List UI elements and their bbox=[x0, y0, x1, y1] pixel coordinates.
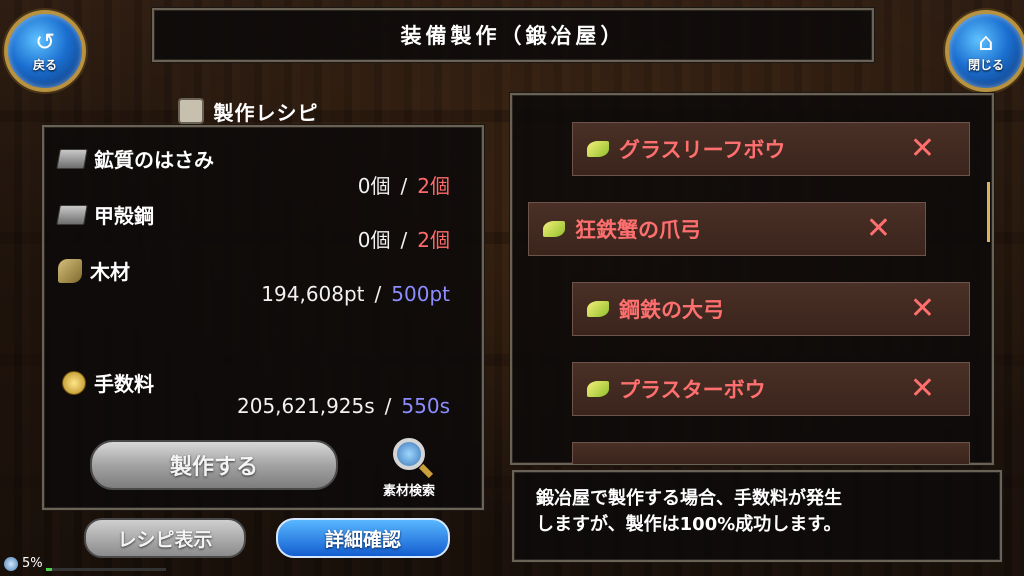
home-icon: ⌂ bbox=[978, 27, 994, 56]
message-line-1: 鍛冶屋で製作する場合、手数料が発生 bbox=[536, 488, 842, 509]
material-row-label: 鉱質のはさみ bbox=[56, 144, 214, 173]
status-percent: 5% bbox=[22, 556, 43, 571]
title-bar: 装備製作（鍛冶屋） bbox=[152, 8, 874, 62]
recipe-view-button[interactable]: レシピ表示 bbox=[84, 518, 246, 558]
anvil-icon bbox=[177, 98, 204, 124]
magnifier-icon bbox=[393, 438, 425, 470]
material-amount: 194,608pt / 500pt bbox=[200, 282, 450, 310]
amount-slash: / bbox=[384, 394, 392, 418]
material-row-label: 木材 bbox=[58, 256, 130, 285]
material-name: 鉱質のはさみ bbox=[94, 148, 214, 172]
status-progress-bar bbox=[46, 568, 166, 571]
recipe-header: 製作レシピ bbox=[148, 93, 348, 129]
material-search-label: 素材検索 bbox=[382, 484, 435, 499]
back-button-label: 戻る bbox=[32, 57, 57, 72]
leaf-icon bbox=[587, 381, 609, 397]
remove-icon[interactable]: ✕ bbox=[910, 134, 935, 164]
material-have: 0個 bbox=[357, 228, 391, 252]
amount-slash: / bbox=[400, 174, 408, 198]
message-panel: 鍛冶屋で製作する場合、手数料が発生 しますが、製作は100%成功します。 bbox=[512, 470, 1002, 562]
material-name: 木材 bbox=[90, 260, 130, 284]
connection-status: 5% bbox=[4, 556, 43, 571]
item-name: 鋼鉄の大弓 bbox=[619, 298, 724, 322]
material-row-label: 甲殻鋼 bbox=[56, 200, 154, 229]
amount-slash: / bbox=[374, 282, 382, 306]
leaf-icon bbox=[587, 301, 609, 317]
fee-have: 205,621,925s bbox=[237, 394, 375, 418]
fee-amount: 205,621,925s / 550s bbox=[160, 394, 450, 422]
list-item[interactable]: グラスリーフボウ ✕ bbox=[572, 122, 970, 176]
close-button[interactable]: ⌂ 閉じる bbox=[945, 10, 1024, 92]
wood-icon bbox=[58, 258, 82, 283]
ingot-icon bbox=[56, 148, 88, 169]
item-name: プラスターボウ bbox=[619, 378, 766, 402]
list-item-partial[interactable] bbox=[572, 442, 970, 464]
page-title: 装備製作（鍛冶屋） bbox=[400, 24, 626, 48]
status-progress-fill bbox=[46, 568, 52, 571]
material-amount: 0個 / 2個 bbox=[250, 170, 450, 198]
fee-need: 550s bbox=[401, 394, 450, 418]
coin-icon bbox=[62, 370, 86, 395]
back-arrow-icon: ↺ bbox=[34, 27, 56, 56]
leaf-icon bbox=[587, 141, 609, 157]
material-amount: 0個 / 2個 bbox=[250, 224, 450, 252]
material-have: 0個 bbox=[357, 174, 391, 198]
list-scrollbar[interactable] bbox=[987, 182, 990, 242]
leaf-icon bbox=[543, 221, 565, 237]
item-name: グラスリーフボウ bbox=[619, 138, 786, 162]
material-search-button[interactable]: 素材検索 bbox=[368, 438, 450, 499]
detail-check-button[interactable]: 詳細確認 bbox=[276, 518, 450, 558]
remove-icon[interactable]: ✕ bbox=[910, 374, 935, 404]
remove-icon[interactable]: ✕ bbox=[910, 294, 935, 324]
material-need: 2個 bbox=[417, 228, 450, 252]
item-name: 狂鉄蟹の爪弓 bbox=[575, 218, 701, 242]
message-line-2: しますが、製作は100%成功します。 bbox=[536, 514, 842, 535]
list-item[interactable]: 鋼鉄の大弓 ✕ bbox=[572, 282, 970, 336]
close-button-label: 閉じる bbox=[967, 57, 1004, 72]
ingot-icon bbox=[56, 204, 88, 225]
amount-slash: / bbox=[400, 228, 408, 252]
material-name: 甲殻鋼 bbox=[94, 204, 154, 228]
material-have: 194,608pt bbox=[261, 282, 365, 306]
fee-row-label: 手数料 bbox=[62, 368, 154, 397]
fee-name: 手数料 bbox=[94, 372, 154, 396]
list-item-selected[interactable]: 狂鉄蟹の爪弓 ✕ bbox=[528, 202, 926, 256]
back-button[interactable]: ↺ 戻る bbox=[4, 10, 86, 92]
recipe-title: 製作レシピ bbox=[213, 100, 319, 125]
globe-icon bbox=[4, 556, 18, 571]
craft-button[interactable]: 製作する bbox=[90, 440, 338, 490]
material-need: 500pt bbox=[391, 282, 450, 306]
material-need: 2個 bbox=[417, 174, 450, 198]
list-item[interactable]: プラスターボウ ✕ bbox=[572, 362, 970, 416]
remove-icon[interactable]: ✕ bbox=[866, 214, 891, 244]
